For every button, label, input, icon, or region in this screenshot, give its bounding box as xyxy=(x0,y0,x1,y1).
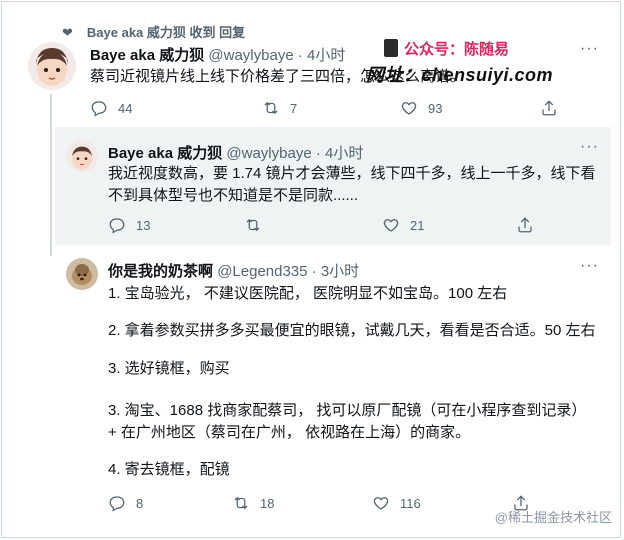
retweet-icon xyxy=(234,496,248,510)
share-icon xyxy=(518,217,532,233)
author-name[interactable]: 你是我的奶茶啊 xyxy=(108,263,213,280)
like-icon xyxy=(373,497,389,510)
retweet-button[interactable] xyxy=(244,216,382,234)
avatar-cartoon-icon xyxy=(28,42,76,90)
retweet-icon xyxy=(246,218,260,232)
tweet-time[interactable]: · 4小时 xyxy=(298,47,346,64)
like-context-icon: ❤ xyxy=(62,25,73,40)
avatar[interactable] xyxy=(28,42,76,90)
tweet-text-line: 1. 宝岛验光， 不建议医院配， 医院明显不如宝岛。100 左右 xyxy=(108,285,508,302)
retweet-icon xyxy=(264,101,278,115)
reply-count: 13 xyxy=(136,217,151,233)
reply-icon xyxy=(109,496,125,512)
like-count: 21 xyxy=(410,217,425,233)
tweet-header: Baye aka 威力狈 @waylybaye · 4小时 xyxy=(90,44,345,65)
like-count: 93 xyxy=(428,100,443,116)
author-handle[interactable]: @Legend335 xyxy=(217,263,307,280)
site-watermark: @稀土掘金技术社区 xyxy=(494,510,612,525)
retweet-button[interactable]: 18 xyxy=(232,494,372,512)
author-handle[interactable]: @waylybaye xyxy=(226,145,311,162)
avatar[interactable] xyxy=(66,140,98,172)
tweet-header: Baye aka 威力狈 @waylybaye · 4小时 xyxy=(108,142,363,163)
more-icon[interactable]: ··· xyxy=(580,138,599,156)
more-icon[interactable]: ··· xyxy=(580,40,599,58)
author-name[interactable]: Baye aka 威力狈 xyxy=(108,145,222,162)
like-button[interactable]: 21 xyxy=(382,216,516,234)
tweet-text-line: 2. 拿着参数买拼多多买最便宜的眼镜，试戴几天，看看是否合适。50 左右 xyxy=(108,322,596,339)
like-icon xyxy=(383,219,399,232)
reply-icon xyxy=(91,101,107,117)
like-count: 116 xyxy=(400,495,421,511)
like-icon xyxy=(401,102,417,115)
retweet-count: 7 xyxy=(290,100,298,116)
reply-count: 8 xyxy=(136,495,144,511)
reply-count: 44 xyxy=(118,100,133,116)
tweet-actions: 13 21 xyxy=(108,216,608,234)
like-button[interactable]: 116 xyxy=(372,494,512,512)
tweet-time[interactable]: · 4小时 xyxy=(316,145,364,162)
tweet-text-line: 3. 淘宝、1688 找商家配蔡司， 找可以原厂配镜（可在小程序查到记录） xyxy=(108,402,587,419)
share-button[interactable] xyxy=(540,99,558,117)
share-button[interactable] xyxy=(516,216,534,234)
retweet-button[interactable]: 7 xyxy=(262,99,400,117)
author-name[interactable]: Baye aka 威力狈 xyxy=(90,47,204,64)
tweet-actions: 44 7 93 xyxy=(90,99,610,117)
tweet-text: 我近视度数高，要 1.74 镜片才会薄些，线下四千多，线上一千多，线下看不到具体… xyxy=(108,165,596,204)
share-icon xyxy=(542,100,556,116)
promo-watermark-line2: 网址：chensuiyi.com xyxy=(366,65,554,85)
tweet-time[interactable]: · 3小时 xyxy=(312,263,360,280)
avatar[interactable] xyxy=(66,258,98,290)
tweet-text-line: + 在广州地区（蔡司在广州， 依视路在上海）的商家。 xyxy=(108,424,471,441)
more-icon[interactable]: ··· xyxy=(580,257,599,275)
tweet-text-line: 3. 选好镜框，购买 xyxy=(108,360,230,377)
tweet-text-line: 4. 寄去镜框，配镜 xyxy=(108,461,230,478)
thread-line xyxy=(50,94,52,256)
social-context-label: Baye aka 威力狈 收到 回复 xyxy=(86,25,246,40)
reply-button[interactable]: 44 xyxy=(90,99,262,117)
avatar-photo-icon xyxy=(66,258,98,290)
like-button[interactable]: 93 xyxy=(400,99,540,117)
retweet-count: 18 xyxy=(260,495,275,511)
author-handle[interactable]: @waylybaye xyxy=(208,47,293,64)
social-context: ❤ Baye aka 威力狈 收到 回复 xyxy=(62,22,245,41)
tweet-header: 你是我的奶茶啊 @Legend335 · 3小时 xyxy=(108,260,359,281)
reply-button[interactable]: 8 xyxy=(108,494,232,512)
promo-watermark-line1: 公众号：陈随易 xyxy=(384,38,509,59)
reply-button[interactable]: 13 xyxy=(108,216,244,234)
reply-icon xyxy=(109,218,125,234)
avatar-cartoon-icon xyxy=(66,140,98,172)
